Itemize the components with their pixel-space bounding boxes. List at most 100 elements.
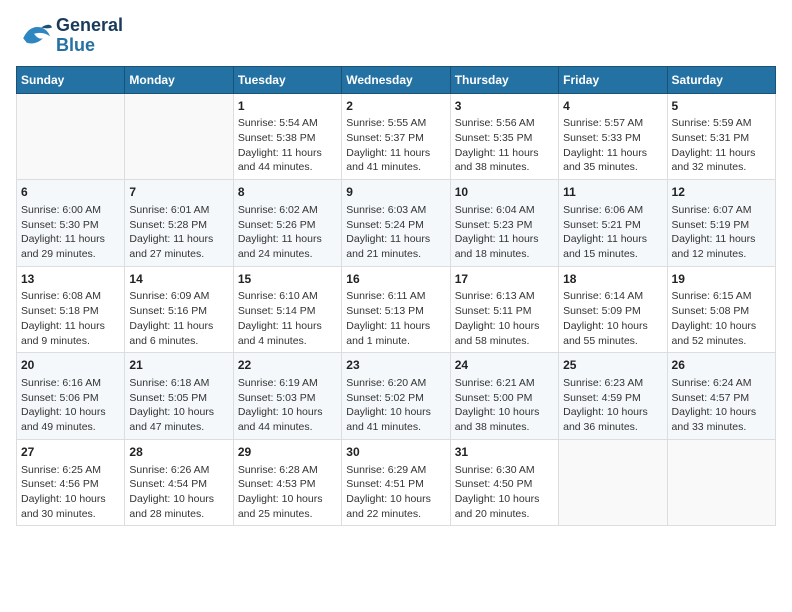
calendar-week-3: 13Sunrise: 6:08 AMSunset: 5:18 PMDayligh…: [17, 266, 776, 353]
day-content: Sunrise: 6:00 AMSunset: 5:30 PMDaylight:…: [21, 203, 120, 262]
day-number: 19: [672, 271, 771, 288]
day-content: Sunrise: 6:16 AMSunset: 5:06 PMDaylight:…: [21, 376, 120, 435]
day-content: Sunrise: 6:10 AMSunset: 5:14 PMDaylight:…: [238, 289, 337, 348]
day-number: 5: [672, 98, 771, 115]
calendar-cell: 26Sunrise: 6:24 AMSunset: 4:57 PMDayligh…: [667, 353, 775, 440]
calendar-cell: 14Sunrise: 6:09 AMSunset: 5:16 PMDayligh…: [125, 266, 233, 353]
day-content: Sunrise: 6:30 AMSunset: 4:50 PMDaylight:…: [455, 463, 554, 522]
day-content: Sunrise: 6:21 AMSunset: 5:00 PMDaylight:…: [455, 376, 554, 435]
day-number: 16: [346, 271, 445, 288]
day-content: Sunrise: 6:23 AMSunset: 4:59 PMDaylight:…: [563, 376, 662, 435]
day-content: Sunrise: 6:07 AMSunset: 5:19 PMDaylight:…: [672, 203, 771, 262]
calendar-cell: 3Sunrise: 5:56 AMSunset: 5:35 PMDaylight…: [450, 93, 558, 180]
day-content: Sunrise: 6:15 AMSunset: 5:08 PMDaylight:…: [672, 289, 771, 348]
calendar-cell: 12Sunrise: 6:07 AMSunset: 5:19 PMDayligh…: [667, 180, 775, 267]
calendar-week-2: 6 Sunrise: 6:00 AMSunset: 5:30 PMDaylight…: [17, 180, 776, 267]
calendar-cell: 27Sunrise: 6:25 AMSunset: 4:56 PMDayligh…: [17, 439, 125, 526]
day-content: Sunrise: 6:29 AMSunset: 4:51 PMDaylight:…: [346, 463, 445, 522]
calendar-cell: 25Sunrise: 6:23 AMSunset: 4:59 PMDayligh…: [559, 353, 667, 440]
logo-text: General Blue: [56, 16, 123, 56]
day-number: 24: [455, 357, 554, 374]
day-number: 14: [129, 271, 228, 288]
calendar-header-row: SundayMondayTuesdayWednesdayThursdayFrid…: [17, 66, 776, 93]
calendar-cell: 23 Sunrise: 6:20 AMSunset: 5:02 PMDayligh…: [342, 353, 450, 440]
day-content: Sunrise: 5:57 AMSunset: 5:33 PMDaylight:…: [563, 116, 662, 175]
day-content: Sunrise: 5:54 AMSunset: 5:38 PMDaylight:…: [238, 116, 337, 175]
calendar-cell: 1Sunrise: 5:54 AMSunset: 5:38 PMDaylight…: [233, 93, 341, 180]
day-content: Sunrise: 6:14 AMSunset: 5:09 PMDaylight:…: [563, 289, 662, 348]
col-header-friday: Friday: [559, 66, 667, 93]
calendar-week-4: 20 Sunrise: 6:16 AMSunset: 5:06 PMDayligh…: [17, 353, 776, 440]
logo: General Blue: [16, 16, 123, 56]
day-number: 20: [21, 357, 120, 374]
day-number: 31: [455, 444, 554, 461]
col-header-tuesday: Tuesday: [233, 66, 341, 93]
day-content: Sunrise: 5:59 AMSunset: 5:31 PMDaylight:…: [672, 116, 771, 175]
calendar-cell: 15Sunrise: 6:10 AMSunset: 5:14 PMDayligh…: [233, 266, 341, 353]
day-content: Sunrise: 6:20 AMSunset: 5:02 PMDaylight:…: [346, 376, 445, 435]
calendar-cell: 20 Sunrise: 6:16 AMSunset: 5:06 PMDayligh…: [17, 353, 125, 440]
day-content: Sunrise: 6:06 AMSunset: 5:21 PMDaylight:…: [563, 203, 662, 262]
calendar-cell: 31 Sunrise: 6:30 AMSunset: 4:50 PMDayligh…: [450, 439, 558, 526]
day-number: 23: [346, 357, 445, 374]
day-number: 10: [455, 184, 554, 201]
day-content: Sunrise: 6:08 AMSunset: 5:18 PMDaylight:…: [21, 289, 120, 348]
calendar-cell: [17, 93, 125, 180]
day-number: 6: [21, 184, 120, 201]
calendar-cell: 4Sunrise: 5:57 AMSunset: 5:33 PMDaylight…: [559, 93, 667, 180]
day-content: Sunrise: 6:18 AMSunset: 5:05 PMDaylight:…: [129, 376, 228, 435]
day-number: 30: [346, 444, 445, 461]
day-content: Sunrise: 6:24 AMSunset: 4:57 PMDaylight:…: [672, 376, 771, 435]
calendar-cell: 18Sunrise: 6:14 AMSunset: 5:09 PMDayligh…: [559, 266, 667, 353]
col-header-monday: Monday: [125, 66, 233, 93]
calendar-cell: 28 Sunrise: 6:26 AMSunset: 4:54 PMDayligh…: [125, 439, 233, 526]
col-header-saturday: Saturday: [667, 66, 775, 93]
calendar-cell: 2Sunrise: 5:55 AMSunset: 5:37 PMDaylight…: [342, 93, 450, 180]
page-header: General Blue: [16, 16, 776, 56]
day-content: Sunrise: 5:56 AMSunset: 5:35 PMDaylight:…: [455, 116, 554, 175]
calendar-cell: 17Sunrise: 6:13 AMSunset: 5:11 PMDayligh…: [450, 266, 558, 353]
day-content: Sunrise: 6:13 AMSunset: 5:11 PMDaylight:…: [455, 289, 554, 348]
day-number: 11: [563, 184, 662, 201]
calendar-cell: 16Sunrise: 6:11 AMSunset: 5:13 PMDayligh…: [342, 266, 450, 353]
day-number: 8: [238, 184, 337, 201]
calendar-cell: 30 Sunrise: 6:29 AMSunset: 4:51 PMDayligh…: [342, 439, 450, 526]
day-number: 17: [455, 271, 554, 288]
day-number: 21: [129, 357, 228, 374]
day-number: 2: [346, 98, 445, 115]
day-content: Sunrise: 6:02 AMSunset: 5:26 PMDaylight:…: [238, 203, 337, 262]
day-number: 29: [238, 444, 337, 461]
calendar-cell: 9 Sunrise: 6:03 AMSunset: 5:24 PMDaylight…: [342, 180, 450, 267]
day-number: 9: [346, 184, 445, 201]
day-content: Sunrise: 6:03 AMSunset: 5:24 PMDaylight:…: [346, 203, 445, 262]
day-number: 22: [238, 357, 337, 374]
calendar-cell: 29 Sunrise: 6:28 AMSunset: 4:53 PMDayligh…: [233, 439, 341, 526]
day-number: 7: [129, 184, 228, 201]
calendar-table: SundayMondayTuesdayWednesdayThursdayFrid…: [16, 66, 776, 527]
logo-bird-icon: [16, 20, 52, 52]
calendar-cell: [559, 439, 667, 526]
calendar-cell: 6 Sunrise: 6:00 AMSunset: 5:30 PMDaylight…: [17, 180, 125, 267]
col-header-wednesday: Wednesday: [342, 66, 450, 93]
day-number: 1: [238, 98, 337, 115]
day-content: Sunrise: 6:04 AMSunset: 5:23 PMDaylight:…: [455, 203, 554, 262]
calendar-cell: 10 Sunrise: 6:04 AMSunset: 5:23 PMDayligh…: [450, 180, 558, 267]
calendar-week-5: 27Sunrise: 6:25 AMSunset: 4:56 PMDayligh…: [17, 439, 776, 526]
calendar-cell: 7Sunrise: 6:01 AMSunset: 5:28 PMDaylight…: [125, 180, 233, 267]
day-content: Sunrise: 6:26 AMSunset: 4:54 PMDaylight:…: [129, 463, 228, 522]
calendar-cell: 11 Sunrise: 6:06 AMSunset: 5:21 PMDayligh…: [559, 180, 667, 267]
col-header-sunday: Sunday: [17, 66, 125, 93]
col-header-thursday: Thursday: [450, 66, 558, 93]
calendar-cell: 8 Sunrise: 6:02 AMSunset: 5:26 PMDaylight…: [233, 180, 341, 267]
calendar-cell: [125, 93, 233, 180]
calendar-week-1: 1Sunrise: 5:54 AMSunset: 5:38 PMDaylight…: [17, 93, 776, 180]
day-number: 13: [21, 271, 120, 288]
calendar-cell: 24 Sunrise: 6:21 AMSunset: 5:00 PMDayligh…: [450, 353, 558, 440]
day-content: Sunrise: 6:19 AMSunset: 5:03 PMDaylight:…: [238, 376, 337, 435]
calendar-cell: 13Sunrise: 6:08 AMSunset: 5:18 PMDayligh…: [17, 266, 125, 353]
day-content: Sunrise: 6:28 AMSunset: 4:53 PMDaylight:…: [238, 463, 337, 522]
day-number: 28: [129, 444, 228, 461]
day-number: 3: [455, 98, 554, 115]
day-content: Sunrise: 6:11 AMSunset: 5:13 PMDaylight:…: [346, 289, 445, 348]
day-number: 15: [238, 271, 337, 288]
